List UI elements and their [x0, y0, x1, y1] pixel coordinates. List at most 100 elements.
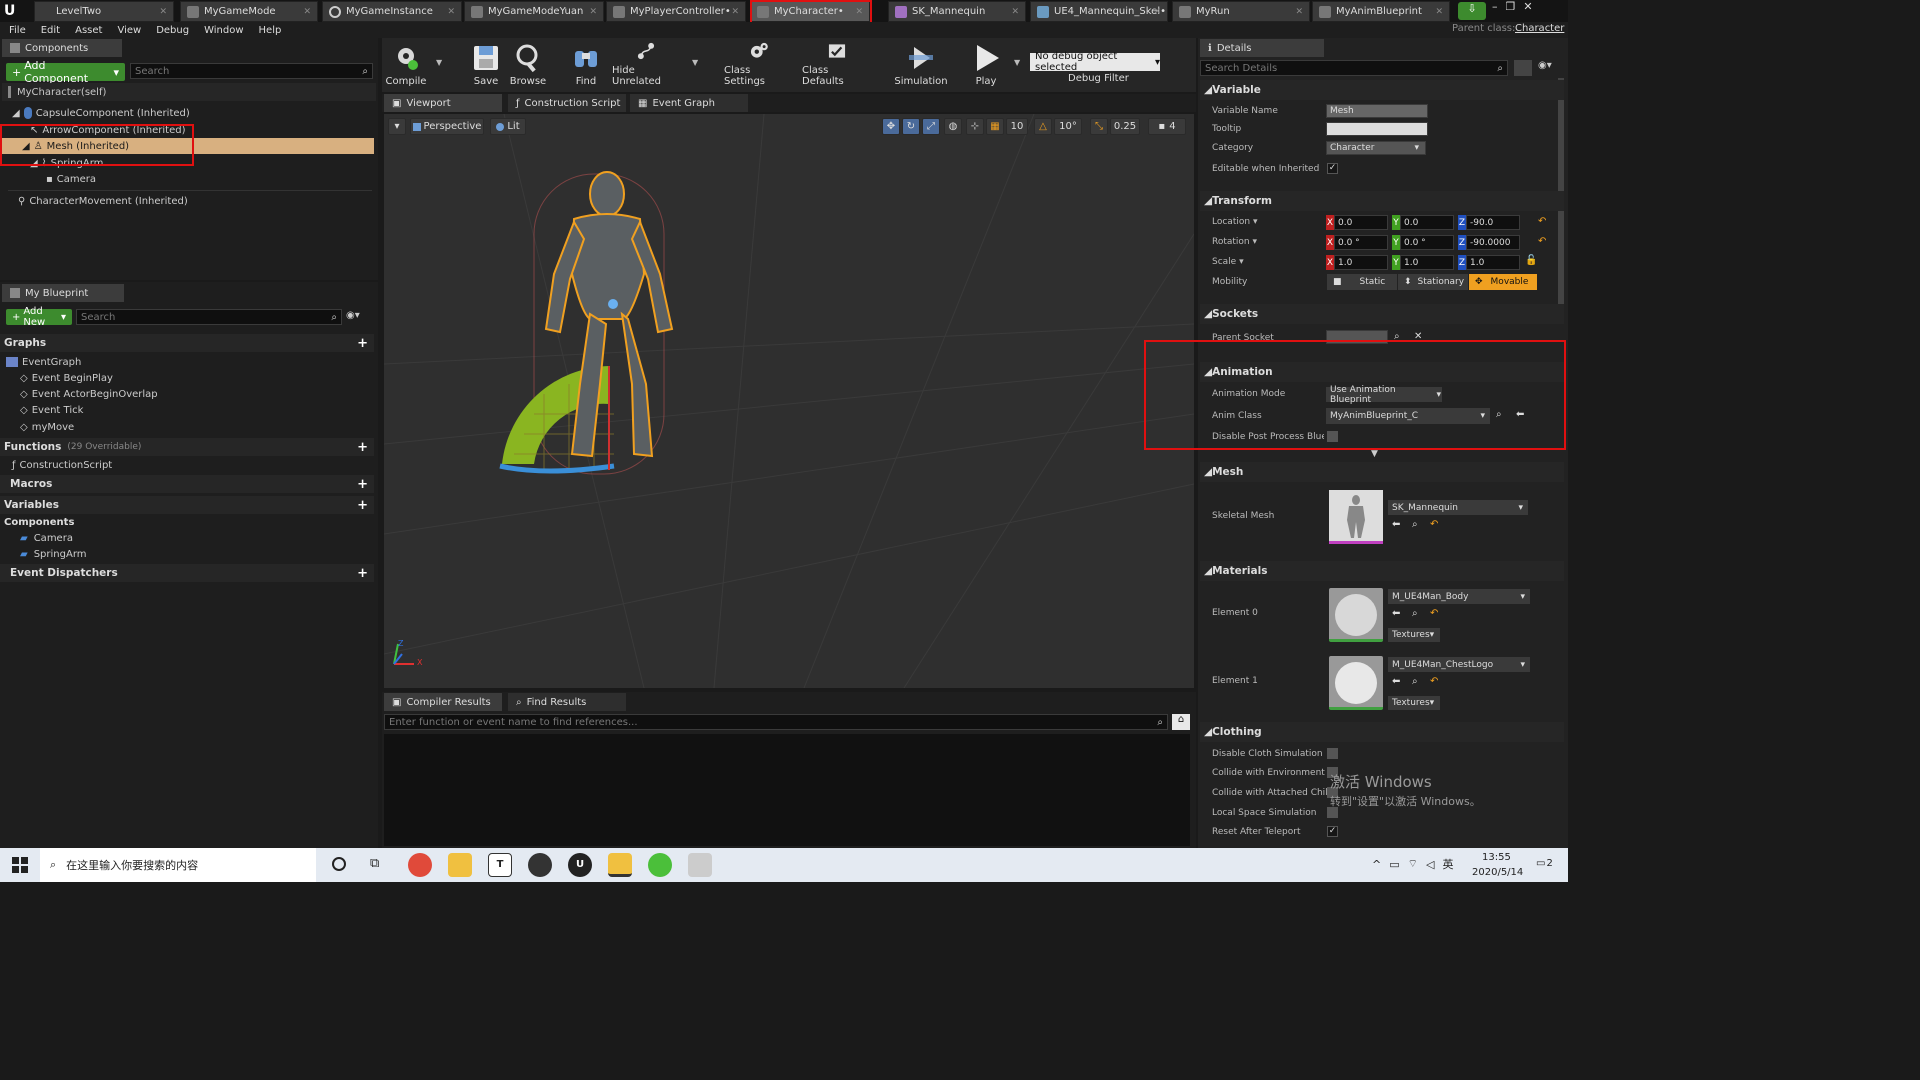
event-graph-item[interactable]: EventGraph	[0, 354, 374, 370]
tab-viewport[interactable]: ▣ Viewport	[384, 94, 502, 112]
menu-help[interactable]: Help	[259, 25, 282, 36]
self-row[interactable]: MyCharacter(self)	[2, 83, 376, 101]
unreal-logo-icon[interactable]: U	[4, 3, 20, 19]
task-view-icon[interactable]: ⧉	[370, 856, 379, 871]
clock-time[interactable]: 13:55	[1482, 852, 1511, 863]
variable-name-field[interactable]: Mesh	[1326, 104, 1428, 118]
remote-desktop-icon[interactable]	[688, 853, 712, 877]
tab-event-graph[interactable]: ▦ Event Graph	[630, 94, 748, 112]
tab-sk-mannequin[interactable]: SK_Mannequin ✕	[888, 1, 1026, 22]
close-tab-icon[interactable]: ✕	[1011, 7, 1019, 17]
scale-label[interactable]: Scale ▾	[1212, 257, 1244, 267]
tab-leveltwo[interactable]: LevelTwo ✕	[34, 1, 174, 22]
add-graph-plus-icon[interactable]: +	[357, 336, 368, 351]
add-dispatcher-plus-icon[interactable]: +	[357, 566, 368, 581]
close-tab-icon[interactable]: ✕	[731, 7, 739, 17]
viewport[interactable]: X Z ▾ Perspective Lit ✥ ↻ ⤢ ◍ ⊹ ▦ 10 △ 1…	[384, 114, 1194, 688]
cortana-icon[interactable]	[332, 857, 346, 871]
graphs-section[interactable]: Graphs +	[0, 334, 374, 352]
rotation-snap-icon[interactable]: △	[1034, 118, 1052, 135]
play-button[interactable]: Play	[964, 40, 1008, 90]
menu-window[interactable]: Window	[204, 25, 243, 36]
tab-ue4-mannequin-skeleton[interactable]: UE4_Mannequin_Skel• ✕	[1030, 1, 1168, 22]
tab-mygameinstance[interactable]: MyGameInstance ✕	[322, 1, 462, 22]
location-z-field[interactable]: -90.0	[1466, 215, 1520, 230]
components-search-input[interactable]: Search ⌕	[130, 63, 373, 79]
scale-y-field[interactable]: 1.0	[1400, 255, 1454, 270]
rotation-snap-value[interactable]: 10°	[1054, 118, 1082, 135]
scale-x-field[interactable]: 1.0	[1334, 255, 1388, 270]
materials-section[interactable]: ◢ Materials	[1200, 561, 1564, 581]
add-macro-plus-icon[interactable]: +	[357, 477, 368, 492]
compile-button[interactable]: Compile	[386, 40, 426, 90]
obs-icon[interactable]	[528, 853, 552, 877]
menu-view[interactable]: View	[117, 25, 141, 36]
category-select[interactable]: Character ▾	[1326, 141, 1426, 155]
typora-icon[interactable]: T	[488, 853, 512, 877]
mesh-section[interactable]: ◢ Mesh	[1200, 462, 1564, 482]
editable-checkbox[interactable]: ✓	[1327, 163, 1338, 174]
wechat-icon[interactable]	[648, 853, 672, 877]
save-button[interactable]: Save	[468, 40, 504, 90]
property-matrix-icon[interactable]	[1514, 60, 1532, 76]
menu-debug[interactable]: Debug	[156, 25, 189, 36]
surface-snap-icon[interactable]: ⊹	[966, 118, 984, 135]
lock-icon[interactable]: 🔓	[1525, 255, 1537, 266]
transform-section[interactable]: ◢ Transform	[1200, 191, 1564, 211]
skeletal-mesh-thumbnail[interactable]	[1329, 490, 1383, 544]
reset-to-default-icon[interactable]: ↶	[1430, 519, 1438, 530]
debug-object-select[interactable]: No debug object selected ▾	[1030, 51, 1160, 73]
scale-z-field[interactable]: 1.0	[1466, 255, 1520, 270]
details-tab[interactable]: ℹ Details	[1200, 39, 1324, 57]
add-component-button[interactable]: + Add Component ▾	[6, 59, 125, 85]
unreal-engine-icon[interactable]: U	[568, 853, 592, 877]
event-beginplay-item[interactable]: ◇ Event BeginPlay	[0, 370, 374, 386]
simulation-button[interactable]: Simulation	[894, 40, 948, 90]
tab-mygamemode[interactable]: MyGameMode ✕	[180, 1, 318, 22]
tab-myanimblueprint[interactable]: MyAnimBlueprint ✕	[1312, 1, 1450, 22]
tab-mygamemodeyuan[interactable]: MyGameModeYuan ✕	[464, 1, 604, 22]
close-tab-icon[interactable]: ✕	[1435, 7, 1443, 17]
wifi-icon[interactable]: ⌔	[1408, 857, 1418, 871]
close-tab-icon[interactable]: ✕	[447, 7, 455, 17]
mobility-movable-button[interactable]: ✥ Movable	[1469, 274, 1537, 290]
reset-to-default-icon[interactable]: ↶	[1430, 676, 1438, 687]
location-label[interactable]: Location ▾	[1212, 217, 1257, 227]
var-camera-item[interactable]: ▰ Camera	[0, 530, 374, 546]
minimize-icon[interactable]: –	[1492, 0, 1498, 13]
clock-date[interactable]: 2020/5/14	[1472, 867, 1523, 878]
scale-snap-icon[interactable]: ⤡	[1090, 118, 1108, 135]
tooltip-field[interactable]	[1326, 122, 1428, 136]
grid-snap-icon[interactable]: ▦	[986, 118, 1004, 135]
taskbar-search-box[interactable]: ⌕ 在这里输入你要搜索的内容	[40, 848, 316, 882]
clothing-section[interactable]: ◢ Clothing	[1200, 722, 1564, 742]
rotate-tool-icon[interactable]: ↻	[902, 118, 920, 135]
reset-to-default-icon[interactable]: ↶	[1430, 608, 1438, 619]
material-1-select[interactable]: M_UE4Man_ChestLogo ▾	[1388, 657, 1530, 672]
browse-asset-icon[interactable]: ⌕	[1412, 676, 1418, 687]
tab-myrun[interactable]: MyRun ✕	[1172, 1, 1310, 22]
rotation-x-field[interactable]: 0.0 °	[1334, 235, 1388, 250]
world-local-icon[interactable]: ◍	[944, 118, 962, 135]
menu-edit[interactable]: Edit	[41, 25, 60, 36]
class-defaults-button[interactable]: Class Defaults	[802, 40, 872, 90]
construction-script-item[interactable]: ƒ ConstructionScript	[0, 457, 374, 473]
use-selected-arrow-icon[interactable]: ⬅	[1392, 676, 1400, 687]
close-tab-icon[interactable]: ✕	[159, 7, 167, 17]
variable-section[interactable]: ◢ Variable	[1200, 80, 1564, 100]
network-icon[interactable]: ▭	[1389, 858, 1399, 871]
find-button[interactable]: Find	[568, 40, 604, 90]
tree-item-charactermovement[interactable]: ⚲ CharacterMovement (Inherited)	[0, 193, 374, 209]
material-0-thumbnail[interactable]	[1329, 588, 1383, 642]
macros-section[interactable]: Macros +	[0, 475, 374, 493]
my-blueprint-tab[interactable]: My Blueprint	[2, 284, 124, 302]
browse-asset-icon[interactable]: ⌕	[1412, 608, 1418, 619]
close-window-icon[interactable]: ✕	[1523, 0, 1532, 13]
lit-button[interactable]: Lit	[490, 118, 526, 135]
components-tab[interactable]: Components	[2, 39, 122, 57]
visibility-eye-icon[interactable]: ◉▾	[346, 310, 360, 321]
event-dispatchers-section[interactable]: Event Dispatchers +	[0, 564, 374, 582]
menu-asset[interactable]: Asset	[75, 25, 102, 36]
advanced-expand-icon[interactable]: ▼	[1371, 449, 1378, 459]
tab-myplayercontroller[interactable]: MyPlayerController• ✕	[606, 1, 746, 22]
